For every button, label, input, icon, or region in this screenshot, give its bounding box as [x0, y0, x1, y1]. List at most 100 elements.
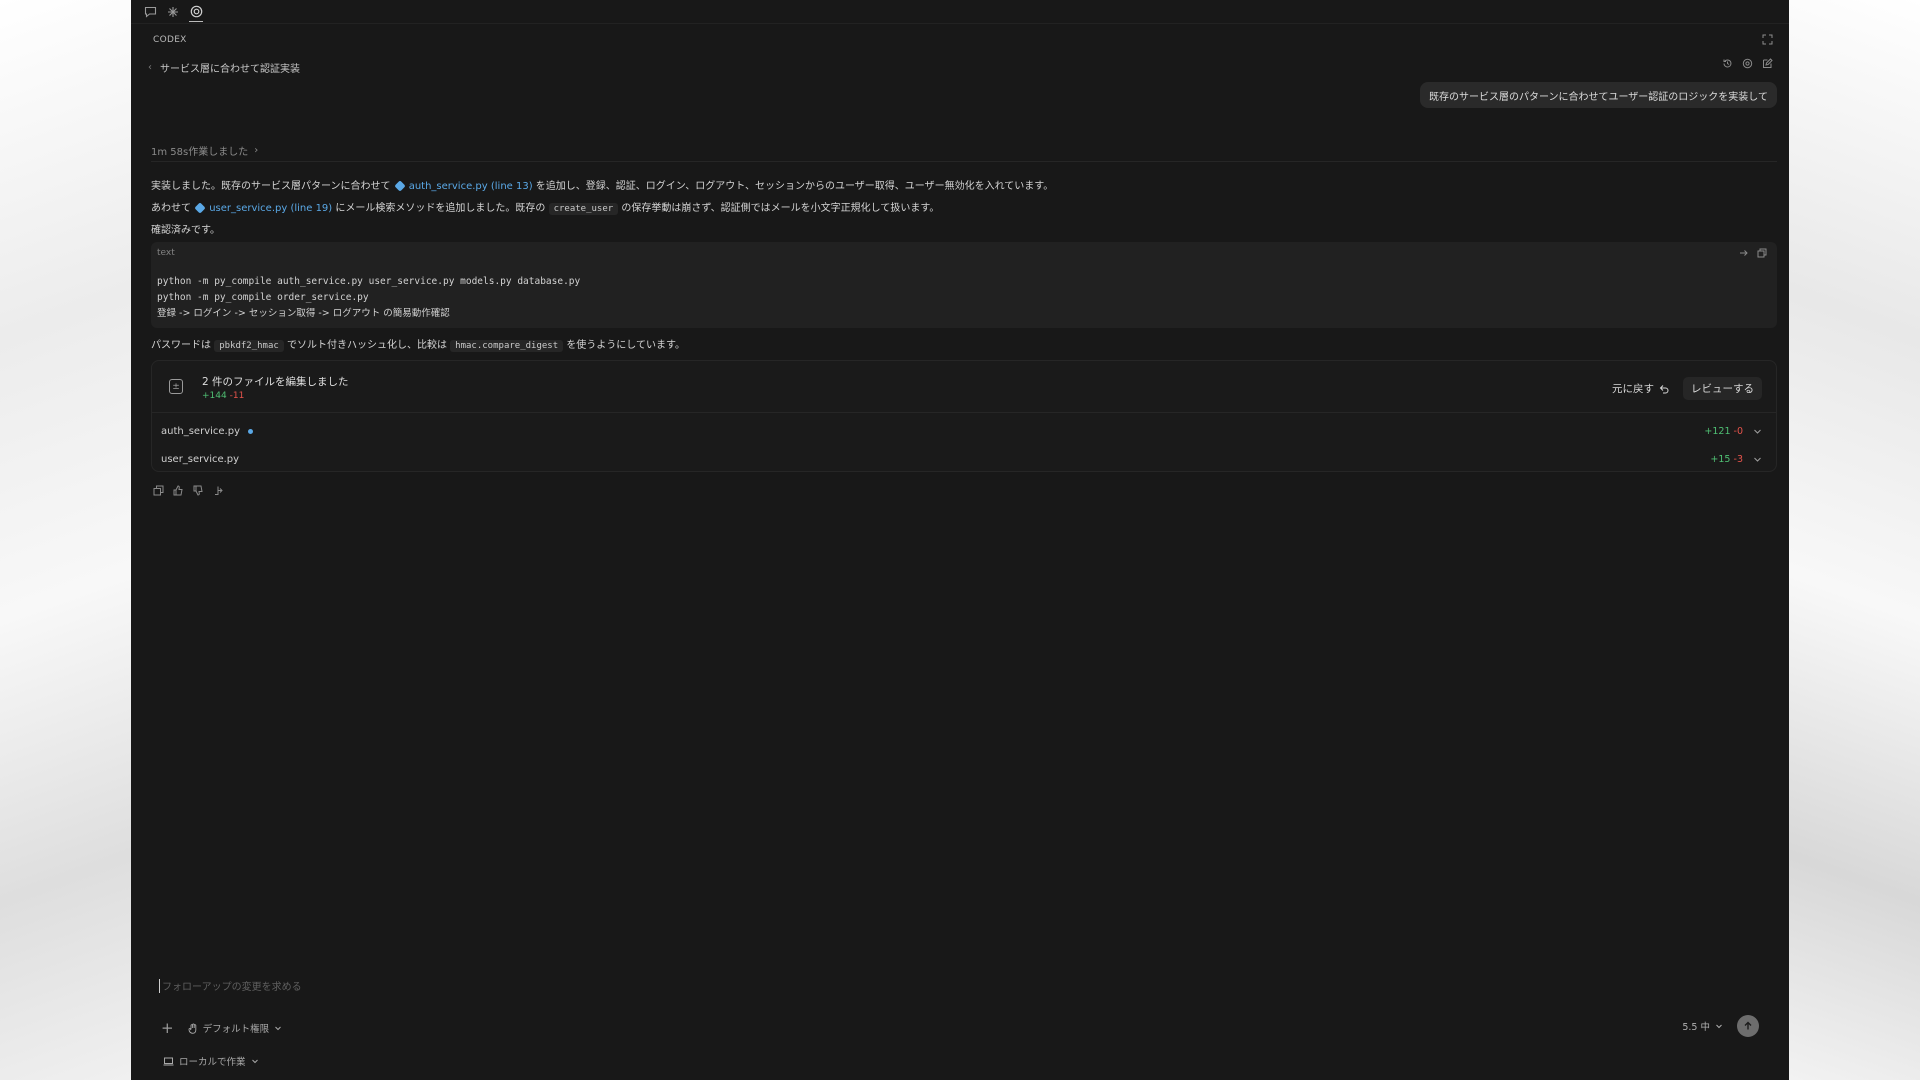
file-name-group: user_service.py [161, 454, 239, 465]
permission-label: デフォルト権限 [202, 1024, 270, 1035]
history-icon[interactable] [1722, 58, 1733, 69]
file-delta: +121 -0 [1704, 426, 1743, 437]
file-link-user-service[interactable]: user_service.py (line 19) [194, 202, 333, 214]
chevron-down-icon [274, 1024, 282, 1032]
code-line: 登録 -> ログイン -> セッション取得 -> ログアウト の簡易動作確認 [157, 308, 450, 319]
file-lines-added: +121 [1704, 425, 1731, 437]
add-attachment-button[interactable]: + [161, 1019, 174, 1037]
laptop-icon [163, 1057, 174, 1066]
work-location-selector[interactable]: ローカルで作業 [163, 1054, 259, 1068]
response-paragraph-1: 実装しました。既存のサービス層パターンに合わせて auth_service.py… [151, 177, 1053, 192]
sparkle-icon[interactable] [166, 5, 180, 19]
copy-icon[interactable] [1757, 248, 1767, 258]
file-stats: +121 -0 [1704, 426, 1762, 437]
text-segment: を使うようにしています。 [566, 340, 686, 351]
followup-placeholder: フォローアップの変更を求める [162, 982, 302, 993]
breadcrumb: ‹ サービス層に合わせて認証実装 [148, 60, 300, 75]
response-paragraph-2: あわせて user_service.py (line 19) にメール検索メソッ… [151, 199, 940, 215]
divider [151, 161, 1777, 162]
model-label: 5.5 中 [1682, 1022, 1710, 1033]
app-title: CODEX [153, 35, 187, 45]
back-chevron-icon[interactable]: ‹ [148, 62, 152, 73]
chevron-right-icon: › [254, 145, 259, 156]
thumbs-down-icon[interactable] [193, 485, 204, 496]
file-lines-added: +15 [1710, 453, 1731, 465]
file-link-auth-service[interactable]: auth_service.py (line 13) [394, 180, 533, 192]
thumbs-up-icon[interactable] [173, 485, 184, 496]
send-button[interactable] [1737, 1015, 1759, 1037]
settings-gear-icon[interactable] [1742, 58, 1753, 69]
file-delta: +15 -3 [1710, 454, 1743, 465]
message-feedback-actions [153, 485, 224, 496]
file-name: user_service.py [161, 453, 240, 465]
new-chat-edit-icon[interactable] [1762, 58, 1773, 69]
chat-icon[interactable] [143, 5, 157, 19]
changes-delta: +144 -11 [202, 391, 244, 401]
code-block: text python -m py_compile auth_service.p… [151, 242, 1777, 328]
changes-summary: ± 2 件のファイルを編集しました +144 -11 元に戻す レビューする [152, 361, 1776, 413]
undo-icon [1659, 384, 1669, 394]
chevron-down-icon[interactable] [1753, 455, 1762, 464]
fork-branch-icon[interactable] [213, 485, 224, 496]
inline-code: hmac.compare_digest [450, 340, 564, 352]
lines-removed: -11 [229, 391, 245, 401]
code-line: python -m py_compile order_service.py [157, 292, 369, 303]
file-name-group: auth_service.py [161, 426, 253, 437]
undo-label: 元に戻す [1612, 383, 1654, 395]
diff-file-icon: ± [169, 379, 183, 394]
modified-dot-icon [248, 428, 253, 434]
permission-selector[interactable]: デフォルト権限 [188, 1021, 283, 1035]
text-segment: の保存挙動は崩さず、認証側ではメールを小文字正規化して扱います。 [621, 203, 940, 214]
review-button[interactable]: レビューする [1683, 377, 1762, 400]
inline-code: create_user [548, 203, 619, 215]
response-paragraph-3: 確認済みです。 [151, 225, 220, 236]
changes-actions: 元に戻す レビューする [1612, 377, 1762, 400]
changes-title: 2 件のファイルを編集しました [202, 376, 349, 388]
thread-title: サービス層に合わせて認証実装 [160, 64, 300, 75]
chevron-down-icon [251, 1057, 259, 1065]
response-paragraph-4: パスワードは pbkdf2_hmac でソルト付きハッシュ化し、比較は hmac… [151, 336, 686, 352]
followup-input[interactable]: フォローアップの変更を求める [159, 978, 302, 993]
user-message-bubble: 既存のサービス層のパターンに合わせてユーザー認証のロジックを実装して [1420, 82, 1777, 108]
code-line: python -m py_compile auth_service.py use… [157, 276, 581, 287]
expand-icon[interactable] [1762, 34, 1773, 45]
file-name: auth_service.py [161, 425, 240, 437]
model-selector[interactable]: 5.5 中 [1682, 1019, 1723, 1033]
file-link-label: user_service.py (line 19) [209, 203, 333, 214]
text-segment: 実装しました。既存のサービス層パターンに合わせて [151, 181, 391, 192]
file-diamond-icon [194, 202, 206, 214]
worked-duration-label: 1m 58s作業しました [151, 147, 249, 158]
file-stats: +15 -3 [1710, 454, 1762, 465]
background-left [0, 0, 131, 1080]
text-segment: あわせて [151, 203, 191, 214]
file-lines-removed: -3 [1733, 453, 1743, 465]
copy-icon[interactable] [153, 485, 164, 496]
codex-icon[interactable] [189, 2, 203, 22]
codex-panel: CODEX ‹ サービス層に合わせて認証実装 既存のサービス層のパターンに合わせ… [131, 0, 1789, 1080]
worked-duration-toggle[interactable]: 1m 58s作業しました › [151, 143, 258, 158]
top-toolbar [131, 0, 1789, 24]
code-language-label: text [157, 248, 175, 258]
background-right [1789, 0, 1920, 1080]
arrow-up-icon [1744, 1021, 1752, 1030]
file-diamond-icon [394, 180, 406, 192]
composer-right-controls: 5.5 中 [1682, 1015, 1759, 1037]
thread-actions [1722, 58, 1773, 69]
text-segment: パスワードは [151, 340, 211, 351]
file-link-label: auth_service.py (line 13) [408, 181, 533, 192]
undo-button[interactable]: 元に戻す [1612, 381, 1669, 396]
inline-code: pbkdf2_hmac [214, 340, 284, 352]
code-lines: python -m py_compile auth_service.py use… [157, 274, 580, 322]
file-row-user-service[interactable]: user_service.py +15 -3 [152, 445, 1776, 473]
file-row-auth-service[interactable]: auth_service.py +121 -0 [152, 417, 1776, 445]
text-segment: にメール検索メソッドを追加しました。既存の [335, 203, 546, 214]
lines-added: +144 [202, 391, 227, 401]
wrap-arrow-icon[interactable] [1739, 248, 1749, 258]
work-location-label: ローカルで作業 [179, 1057, 246, 1068]
changed-files-card: ± 2 件のファイルを編集しました +144 -11 元に戻す レビューする a… [151, 360, 1777, 472]
chevron-down-icon [1715, 1022, 1723, 1030]
file-lines-removed: -0 [1733, 425, 1743, 437]
text-segment: を追加し、登録、認証、ログイン、ログアウト、セッションからのユーザー取得、ユーザ… [535, 181, 1054, 192]
chevron-down-icon[interactable] [1753, 427, 1762, 436]
text-caret [159, 978, 160, 993]
